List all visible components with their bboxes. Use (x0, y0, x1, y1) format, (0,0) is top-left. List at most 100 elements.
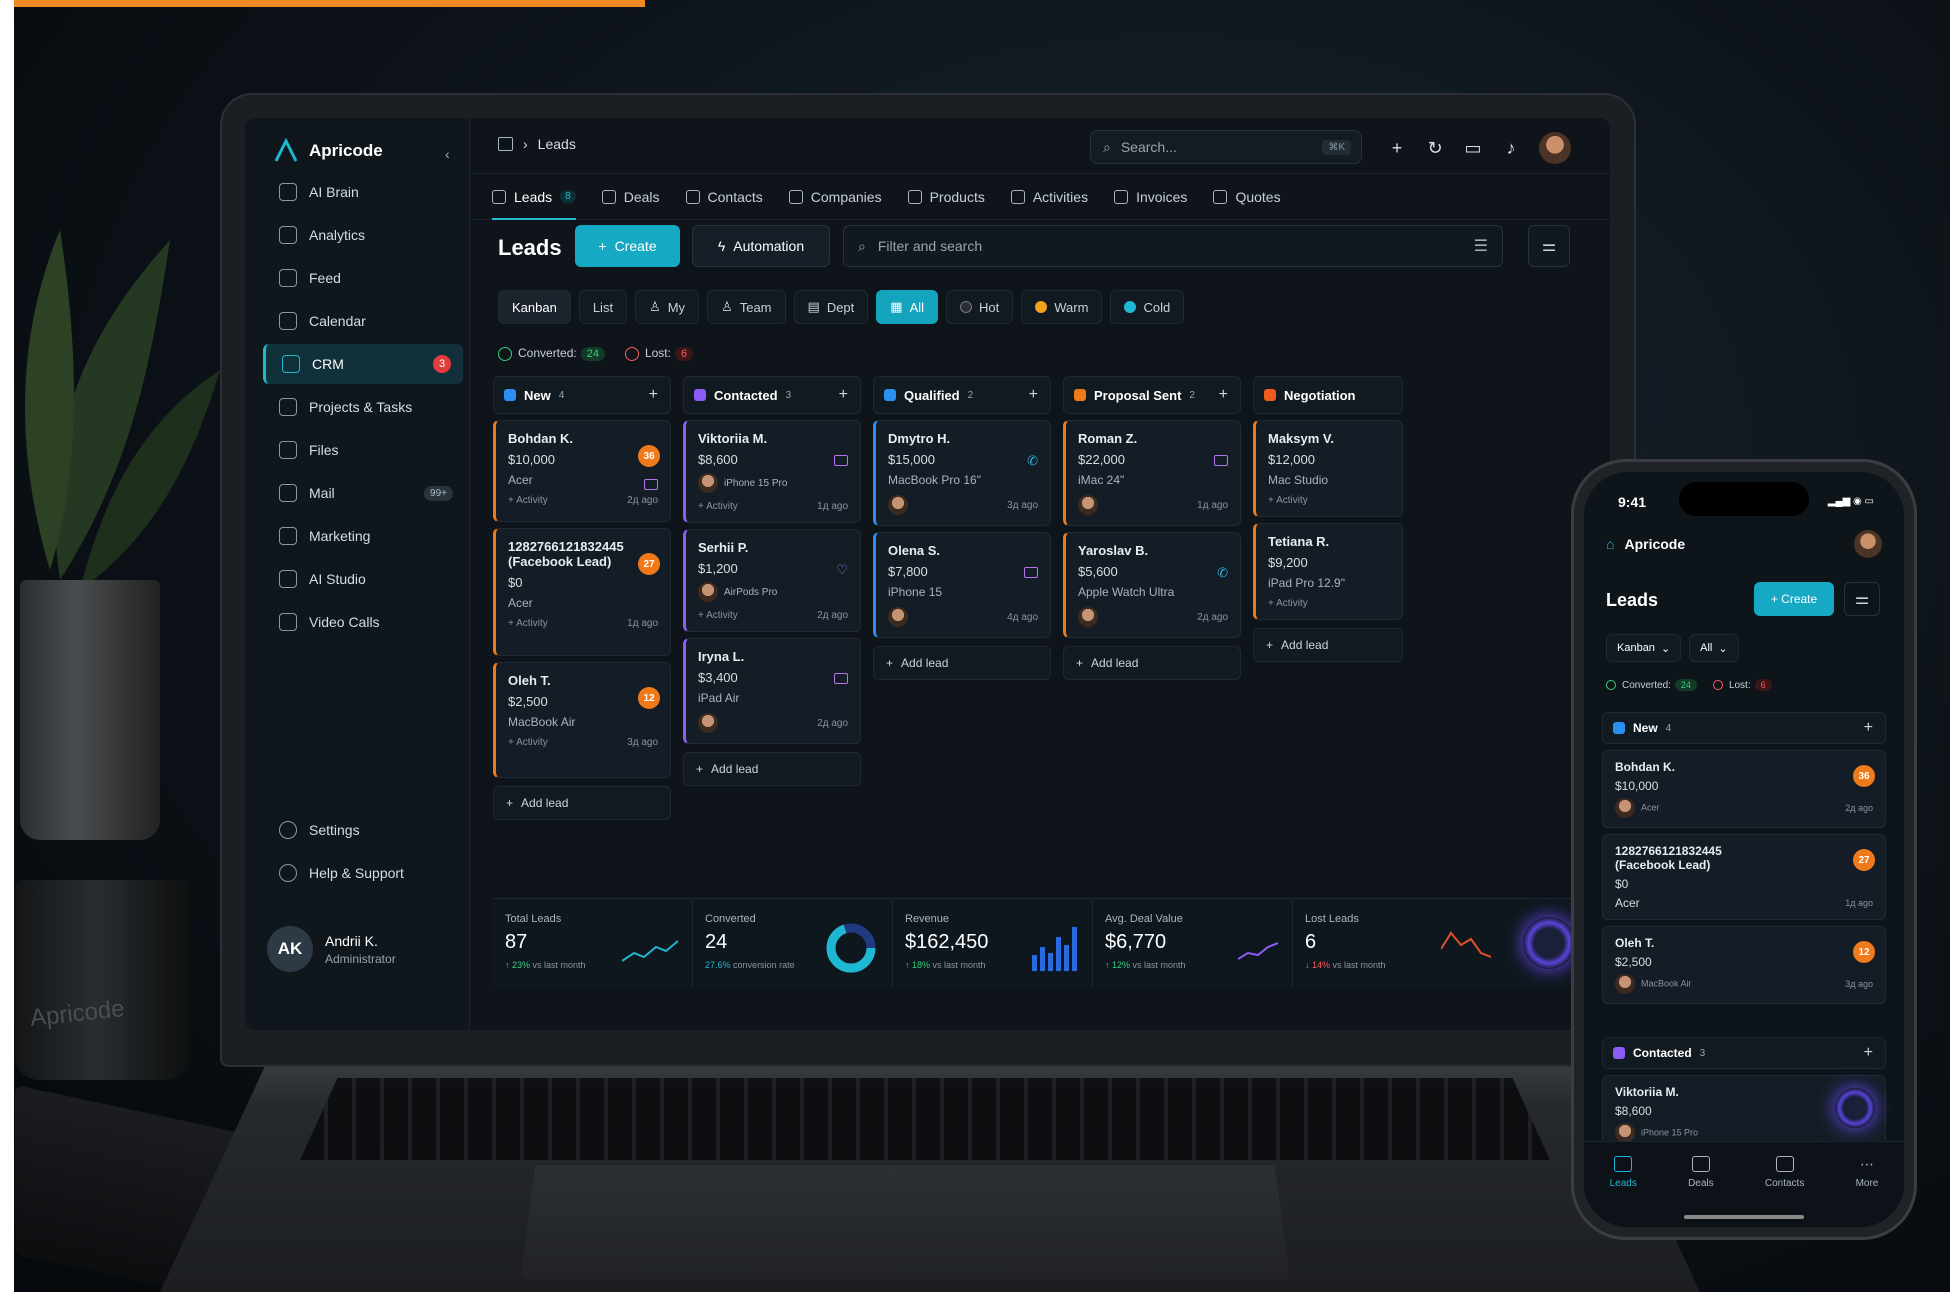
filter-search-input[interactable]: ⌕ Filter and search ☰ (843, 225, 1503, 267)
tab-invoices[interactable]: Invoices (1114, 174, 1187, 219)
tab-activities[interactable]: Activities (1010, 174, 1088, 219)
mail-icon[interactable] (834, 673, 848, 684)
sidebar-item-settings[interactable]: Settings (263, 810, 463, 850)
view-kanban[interactable]: Kanban (498, 290, 571, 324)
mail-icon[interactable] (1214, 455, 1228, 466)
filter-all[interactable]: ▦ All (876, 290, 939, 324)
home-icon[interactable] (498, 137, 513, 151)
phone-view-select[interactable]: Kanban ⌄ (1606, 634, 1682, 662)
lead-card[interactable]: Bohdan K. $10,000 36 Acer 2д ago (1602, 750, 1886, 828)
avatar[interactable] (1854, 530, 1882, 558)
filter-label: Dept (826, 299, 855, 315)
filter-dept[interactable]: ▤ Dept (793, 290, 869, 324)
mail-icon[interactable] (1024, 567, 1038, 578)
ai-assistant-orb-icon[interactable] (1835, 1088, 1875, 1128)
activity-link[interactable]: + Activity (508, 618, 548, 629)
mail-icon[interactable] (834, 455, 848, 466)
automation-button[interactable]: ϟ Automation (692, 225, 830, 267)
tab-leads[interactable]: Leads 8 (492, 174, 576, 220)
sidebar-item-video-calls[interactable]: Video Calls (263, 602, 463, 642)
lead-card[interactable]: Dmytro H. $15,000 MacBook Pro 16" ✆ 3д a… (873, 420, 1051, 526)
lead-card[interactable]: Roman Z. $22,000 iMac 24" 1д ago (1063, 420, 1241, 526)
avatar[interactable] (1539, 132, 1571, 164)
lead-card[interactable]: 1282766121832445 (Facebook Lead) $0 27 A… (1602, 834, 1886, 920)
phone-nav-leads[interactable]: Leads (1610, 1156, 1637, 1227)
ai-assistant-orb-icon[interactable] (1523, 917, 1575, 969)
lead-card[interactable]: Oleh T. $2,500 12 MacBook Air 3д ago (1602, 926, 1886, 1004)
phone-icon[interactable]: ✆ (1217, 565, 1228, 581)
sidebar-item-files[interactable]: Files (263, 430, 463, 470)
activity-link[interactable]: + Activity (508, 495, 548, 506)
add-icon[interactable]: + (1029, 386, 1038, 404)
history-icon[interactable]: ↻ (1425, 138, 1445, 158)
tab-contacts[interactable]: Contacts (685, 174, 763, 219)
sidebar-item-ai-studio[interactable]: AI Studio (263, 559, 463, 599)
add-lead-button[interactable]: + Add lead (683, 752, 861, 786)
heart-icon[interactable]: ♡ (836, 562, 848, 578)
lead-card[interactable]: Yaroslav B. $5,600 Apple Watch Ultra ✆ 2… (1063, 532, 1241, 638)
list-icon[interactable]: ☰ (1474, 236, 1488, 256)
add-icon[interactable]: + (1864, 719, 1873, 737)
filter-my[interactable]: ♙ My (635, 290, 700, 324)
tab-products[interactable]: Products (907, 174, 985, 219)
lead-card[interactable]: Tetiana R. $9,200 iPad Pro 12.9" + Activ… (1253, 523, 1403, 620)
activity-link[interactable]: + Activity (1268, 598, 1308, 609)
lead-name: Bohdan K. (1615, 760, 1675, 774)
phone-filter-button[interactable]: ⚌ (1844, 582, 1880, 616)
lead-card[interactable]: Bohdan K. $10,000 Acer 36 + Activity 2д a… (493, 420, 671, 522)
add-lead-button[interactable]: + Add lead (493, 786, 671, 820)
sidebar-item-marketing[interactable]: Marketing (263, 516, 463, 556)
sidebar-item-analytics[interactable]: Analytics (263, 215, 463, 255)
bell-icon[interactable]: ♪ (1501, 138, 1521, 158)
phone-filter-select[interactable]: All ⌄ (1689, 634, 1739, 662)
add-icon[interactable]: + (1864, 1044, 1873, 1062)
collapse-sidebar-icon[interactable]: ‹ (445, 146, 450, 162)
chat-icon[interactable]: ▭ (1463, 138, 1483, 158)
filter-warm[interactable]: Warm (1021, 290, 1103, 324)
filter-team[interactable]: ♙ Team (707, 290, 786, 324)
sidebar-item-ai-brain[interactable]: AI Brain (263, 172, 463, 212)
sidebar-item-crm[interactable]: CRM 3 (263, 344, 463, 384)
add-icon[interactable]: + (1219, 386, 1228, 404)
add-lead-button[interactable]: + Add lead (873, 646, 1051, 680)
tab-quotes[interactable]: Quotes (1213, 174, 1281, 219)
topbar: › Leads ⌕ Search... ⌘K + ↻ ▭ ♪ (470, 118, 1610, 174)
sidebar-item-feed[interactable]: Feed (263, 258, 463, 298)
filters-button[interactable]: ⚌ (1528, 225, 1570, 267)
phone-create-button[interactable]: + Create (1754, 582, 1834, 616)
activity-link[interactable]: + Activity (1268, 495, 1308, 506)
lead-card[interactable]: Oleh T. $2,500 MacBook Air 12 + Activity… (493, 662, 671, 778)
lead-card[interactable]: 1282766121832445 (Facebook Lead) $0 Acer… (493, 528, 671, 656)
filter-cold[interactable]: Cold (1110, 290, 1185, 324)
phone-nav-more[interactable]: ⋯ More (1856, 1156, 1879, 1227)
lead-card[interactable]: Iryna L. $3,400 iPad Air 2д ago (683, 638, 861, 744)
brand[interactable]: Apricode (273, 138, 383, 164)
breadcrumb-current[interactable]: Leads (538, 136, 576, 152)
sidebar-item-calendar[interactable]: Calendar (263, 301, 463, 341)
activity-link[interactable]: + Activity (508, 737, 548, 748)
card-footer: iPhone 15 Pro (1615, 1123, 1873, 1143)
activity-link[interactable]: + Activity (698, 501, 738, 512)
sidebar-item-help[interactable]: Help & Support (263, 853, 463, 893)
add-lead-button[interactable]: + Add lead (1253, 628, 1403, 662)
plus-icon[interactable]: + (1387, 138, 1407, 158)
add-lead-button[interactable]: + Add lead (1063, 646, 1241, 680)
tab-companies[interactable]: Companies (788, 174, 882, 219)
lead-card[interactable]: Viktoriia M. $8,600 iPhone 15 Pro + Acti… (683, 420, 861, 523)
user-profile[interactable]: AK Andrii K. Administrator (267, 926, 396, 972)
sidebar-item-mail[interactable]: Mail 99+ (263, 473, 463, 513)
tab-deals[interactable]: Deals (601, 174, 660, 219)
activity-link[interactable]: + Activity (698, 610, 738, 621)
sidebar-item-projects[interactable]: Projects & Tasks (263, 387, 463, 427)
lead-card[interactable]: Maksym V. $12,000 Mac Studio + Activity (1253, 420, 1403, 517)
lead-card[interactable]: Serhii P. $1,200 AirPods Pro ♡ + Activit… (683, 529, 861, 632)
filter-hot[interactable]: Hot (946, 290, 1014, 324)
add-icon[interactable]: + (839, 386, 848, 404)
phone-icon[interactable]: ✆ (1027, 453, 1038, 469)
view-list[interactable]: List (578, 290, 628, 324)
lead-card[interactable]: Olena S. $7,800 iPhone 15 4д ago (873, 532, 1051, 638)
mail-icon[interactable] (644, 479, 658, 490)
create-button[interactable]: + Create (575, 225, 680, 267)
search-input[interactable]: ⌕ Search... ⌘K (1090, 130, 1362, 164)
add-icon[interactable]: + (649, 386, 658, 404)
